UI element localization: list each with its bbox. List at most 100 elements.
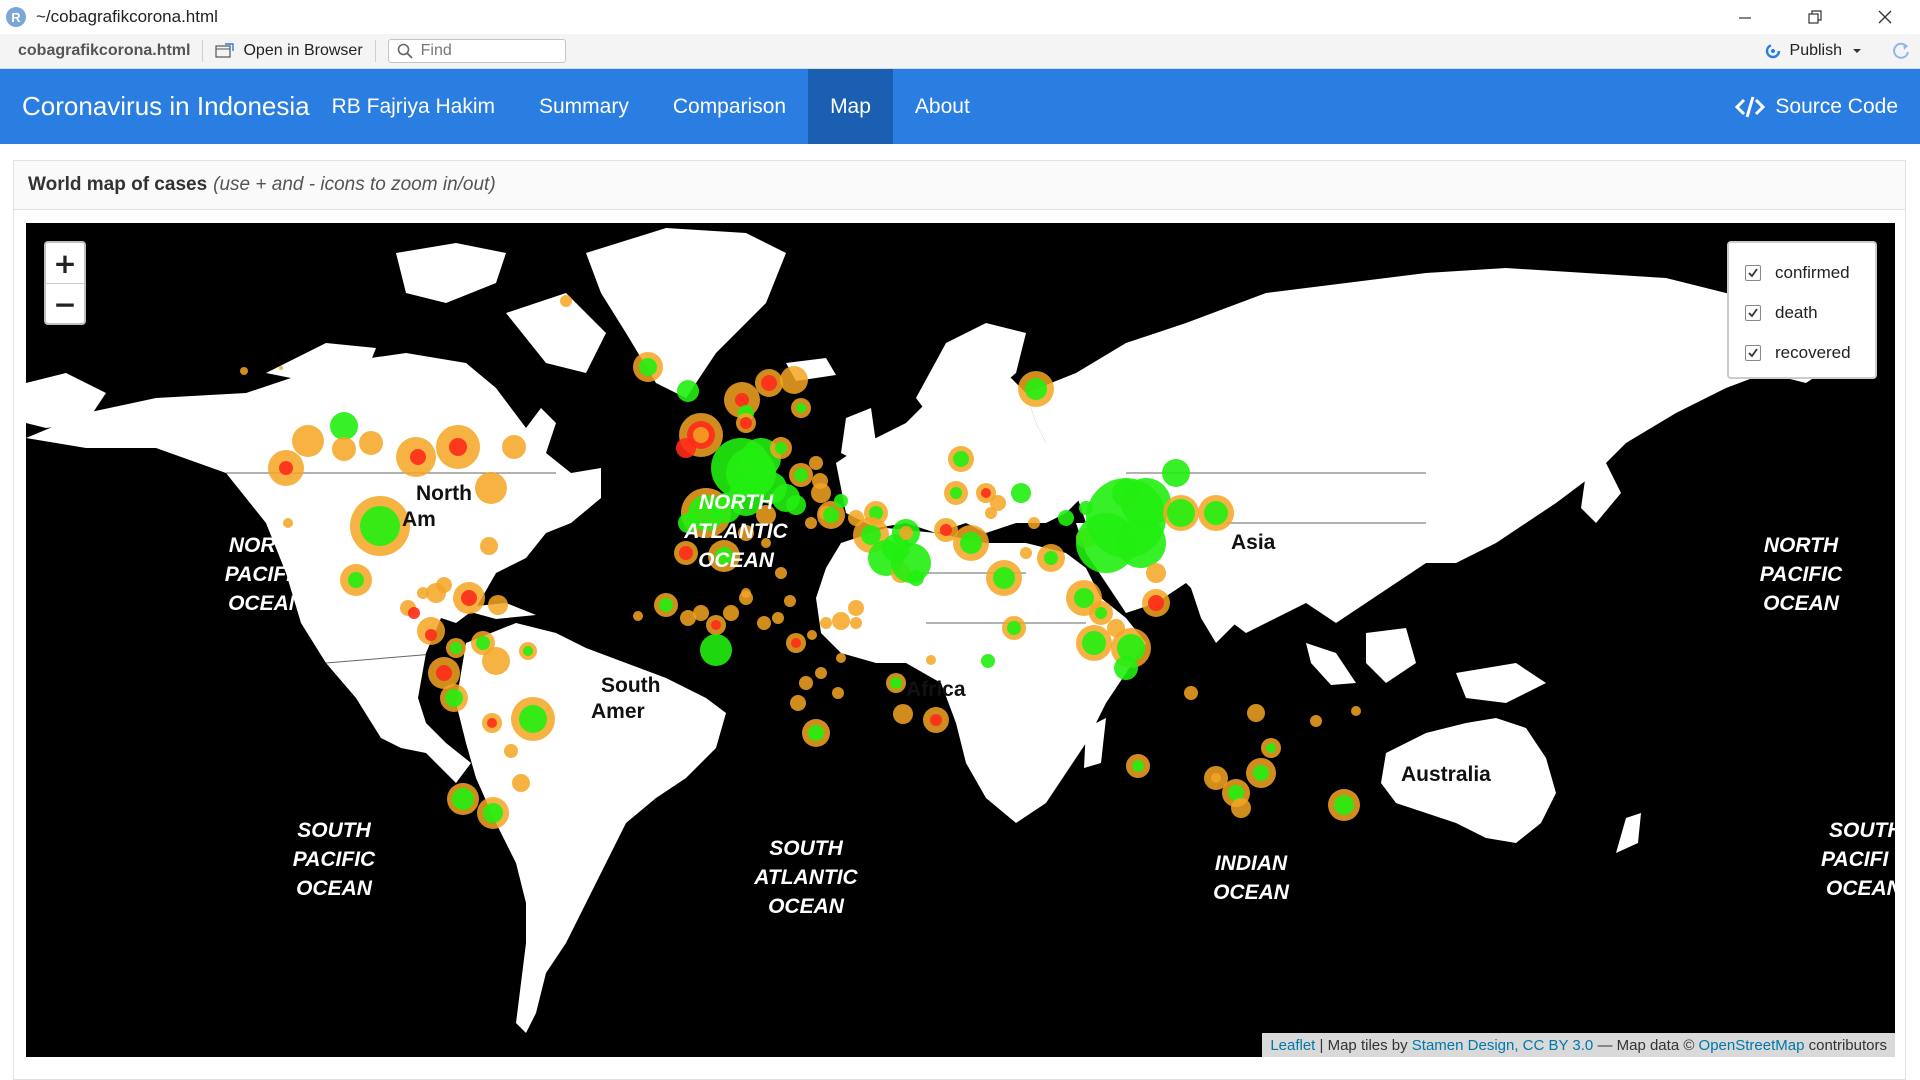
case-bubble[interactable] — [639, 358, 657, 376]
case-bubble[interactable] — [786, 495, 806, 515]
case-bubble[interactable] — [445, 689, 463, 707]
case-bubble[interactable] — [908, 570, 924, 586]
case-bubble[interactable] — [519, 705, 547, 733]
case-bubble[interactable] — [930, 714, 942, 726]
case-bubble[interactable] — [449, 438, 467, 456]
world-map-canvas[interactable] — [26, 223, 1895, 1057]
dashboard-brand[interactable]: Coronavirus in Indonesia — [22, 69, 310, 144]
case-bubble[interactable] — [279, 366, 283, 370]
case-bubble[interactable] — [450, 642, 462, 654]
case-bubble[interactable] — [1020, 547, 1032, 559]
checkbox-death[interactable] — [1745, 305, 1761, 321]
case-bubble[interactable] — [279, 461, 293, 475]
case-bubble[interactable] — [1114, 656, 1138, 680]
case-bubble[interactable] — [926, 655, 936, 665]
case-bubble[interactable] — [676, 438, 696, 458]
case-bubble[interactable] — [836, 653, 846, 663]
case-bubble[interactable] — [512, 774, 530, 792]
case-bubble[interactable] — [461, 590, 477, 606]
case-bubble[interactable] — [425, 629, 437, 641]
source-code-button[interactable]: Source Code — [1735, 69, 1898, 144]
case-bubble[interactable] — [960, 532, 982, 554]
case-bubble[interactable] — [1112, 479, 1140, 507]
case-bubble[interactable] — [799, 676, 813, 690]
case-bubble[interactable] — [823, 507, 839, 523]
zoom-in-button[interactable]: + — [46, 243, 84, 283]
chevron-down-icon[interactable] — [1850, 46, 1864, 56]
case-bubble[interactable] — [659, 598, 673, 612]
case-bubble[interactable] — [482, 647, 510, 675]
case-bubble[interactable] — [1231, 798, 1251, 818]
case-bubble[interactable] — [796, 403, 806, 413]
case-bubble[interactable] — [679, 546, 693, 560]
open-in-browser-button[interactable]: Open in Browser — [215, 42, 363, 60]
case-bubble[interactable] — [780, 366, 808, 394]
case-bubble[interactable] — [811, 483, 831, 503]
case-bubble[interactable] — [678, 513, 698, 533]
case-bubble[interactable] — [790, 695, 806, 711]
case-bubble[interactable] — [1132, 760, 1144, 772]
checkbox-recovered[interactable] — [1745, 345, 1761, 361]
case-bubble[interactable] — [410, 449, 426, 465]
checkbox-confirmed[interactable] — [1745, 265, 1761, 281]
case-bubble[interactable] — [761, 538, 771, 548]
case-bubble[interactable] — [761, 375, 777, 391]
case-bubble[interactable] — [1148, 595, 1164, 611]
minimize-button[interactable] — [1710, 0, 1780, 34]
case-bubble[interactable] — [283, 518, 293, 528]
case-bubble[interactable] — [1044, 551, 1058, 565]
case-bubble[interactable] — [452, 788, 474, 810]
case-bubble[interactable] — [899, 526, 913, 540]
case-bubble[interactable] — [1162, 459, 1190, 487]
case-bubble[interactable] — [504, 744, 518, 758]
case-bubble[interactable] — [693, 605, 709, 621]
case-bubble[interactable] — [240, 367, 248, 375]
case-bubble[interactable] — [832, 687, 844, 699]
case-bubble[interactable] — [794, 468, 808, 482]
case-bubble[interactable] — [784, 595, 796, 607]
case-bubble[interactable] — [953, 451, 969, 467]
case-bubble[interactable] — [775, 567, 787, 579]
layer-recovered[interactable]: recovered — [1729, 333, 1875, 373]
restore-button[interactable] — [1780, 0, 1850, 34]
case-bubble[interactable] — [950, 487, 962, 499]
case-bubble[interactable] — [1351, 706, 1361, 716]
case-bubble[interactable] — [1011, 483, 1031, 503]
case-bubble[interactable] — [739, 591, 753, 605]
case-bubble[interactable] — [700, 634, 732, 666]
case-bubble[interactable] — [292, 425, 324, 457]
case-bubble[interactable] — [738, 525, 754, 541]
nav-tab-summary[interactable]: Summary — [517, 69, 651, 144]
case-bubble[interactable] — [791, 638, 801, 648]
case-bubble[interactable] — [1211, 773, 1221, 783]
case-bubble[interactable] — [850, 617, 862, 629]
layer-death[interactable]: death — [1729, 293, 1875, 333]
case-bubble[interactable] — [715, 547, 733, 565]
case-bubble[interactable] — [436, 665, 452, 681]
publish-button[interactable]: Publish — [1762, 34, 1870, 68]
case-bubble[interactable] — [523, 646, 533, 656]
case-bubble[interactable] — [993, 567, 1015, 589]
case-bubble[interactable] — [483, 803, 503, 823]
zoom-out-button[interactable]: − — [46, 283, 84, 324]
case-bubble[interactable] — [809, 456, 823, 470]
case-bubble[interactable] — [475, 472, 507, 504]
stamen-link[interactable]: Stamen Design, CC BY 3.0 — [1412, 1037, 1593, 1054]
osm-link[interactable]: OpenStreetMap — [1699, 1037, 1805, 1054]
nav-tab-comparison[interactable]: Comparison — [651, 69, 808, 144]
refresh-button[interactable] — [1890, 40, 1912, 62]
case-bubble[interactable] — [1204, 501, 1228, 525]
case-bubble[interactable] — [834, 494, 848, 508]
world-map[interactable]: North Am South Amer Africa Asia Australi… — [26, 223, 1895, 1057]
case-bubble[interactable] — [360, 506, 400, 546]
case-bubble[interactable] — [1146, 563, 1166, 583]
case-bubble[interactable] — [359, 431, 383, 455]
case-bubble[interactable] — [1334, 795, 1354, 815]
case-bubble[interactable] — [560, 295, 572, 307]
case-bubble[interactable] — [502, 435, 526, 459]
case-bubble[interactable] — [1184, 686, 1198, 700]
case-bubble[interactable] — [330, 412, 358, 440]
case-bubble[interactable] — [476, 636, 490, 650]
case-bubble[interactable] — [848, 600, 864, 616]
case-bubble[interactable] — [775, 442, 787, 454]
